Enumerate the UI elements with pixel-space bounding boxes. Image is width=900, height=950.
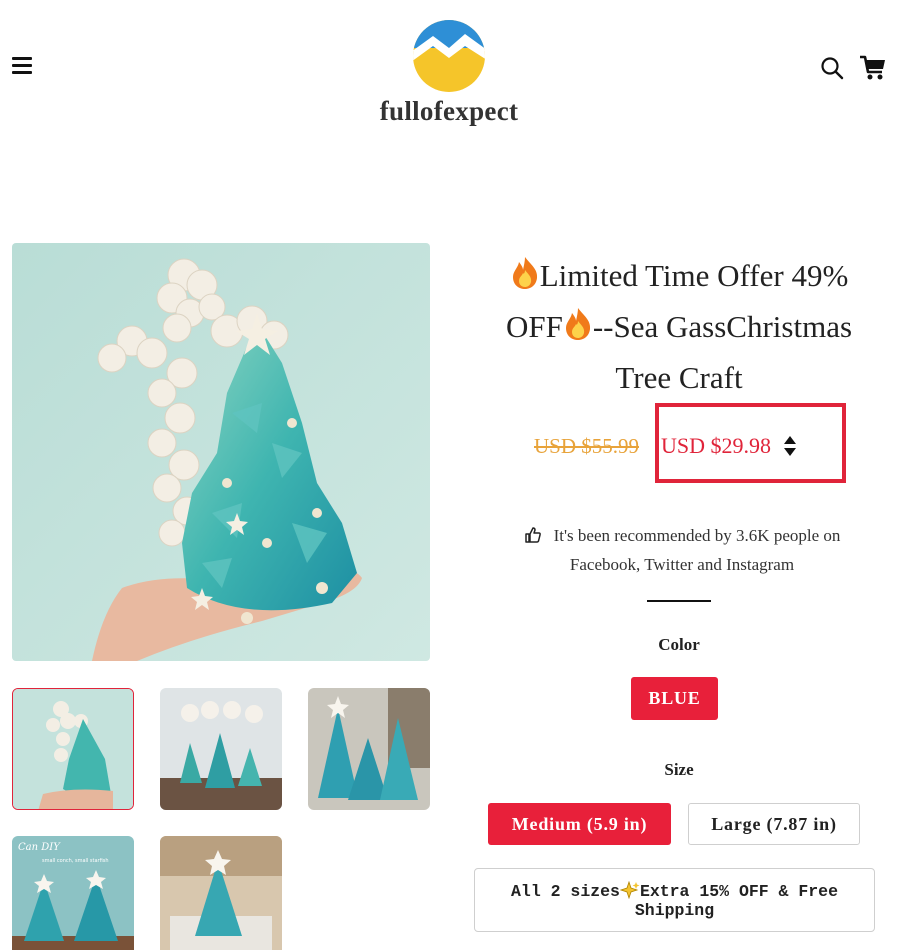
fire-icon: [565, 308, 590, 340]
color-option-blue[interactable]: BLUE: [631, 677, 718, 720]
original-price: USD $55.99: [534, 433, 640, 458]
title-line-2b: --Sea GassChristmas: [592, 309, 853, 344]
divider: [647, 600, 711, 602]
thumbs-up-icon: [524, 527, 541, 543]
color-label: Color: [658, 635, 700, 654]
bundle-text-b: Extra 15% OFF & Free: [639, 882, 838, 901]
fire-icon: [512, 257, 537, 289]
title-line-1: Limited Time Offer 49%: [539, 258, 849, 293]
thumbnail-caption-1: Can DIY: [18, 842, 61, 853]
main-product-image[interactable]: [12, 243, 430, 661]
thumbnail-2[interactable]: [160, 688, 282, 810]
thumbnail-5[interactable]: [160, 836, 282, 950]
title-line-2a: OFF: [505, 309, 563, 344]
brand-name: fullofexpect: [379, 96, 519, 126]
product-title: Limited Time Offer 49% OFF --Sea GassChr…: [472, 250, 886, 403]
social-proof-text: It's been recommended by 3.6K people on …: [486, 521, 878, 579]
price-highlight-box: [655, 403, 846, 483]
logo-mark: [413, 20, 485, 92]
bundle-text-a: All 2 sizes: [511, 882, 620, 901]
logo[interactable]: fullofexpect: [369, 18, 529, 128]
sparkles-icon: [619, 881, 640, 899]
bundle-offer-button[interactable]: All 2 sizes Extra 15% OFF & Free Shippin…: [474, 868, 875, 932]
recommend-line-2: Facebook, Twitter and Instagram: [569, 555, 795, 574]
bundle-text-line-2: Shipping: [634, 901, 715, 920]
thumbnail-1[interactable]: [12, 688, 134, 810]
size-option-large[interactable]: Large (7.87 in): [688, 803, 860, 845]
cart-icon[interactable]: [859, 55, 887, 81]
size-option-medium[interactable]: Medium (5.9 in): [488, 803, 671, 845]
title-line-3: Tree Craft: [615, 360, 743, 395]
size-label: Size: [664, 760, 694, 779]
hamburger-menu-icon[interactable]: [12, 57, 34, 75]
recommend-line-1: It's been recommended by 3.6K people on: [553, 526, 841, 545]
thumbnail-4[interactable]: Can DIY small conch, small starfish: [12, 836, 134, 950]
thumbnail-caption-2: small conch, small starfish: [42, 858, 109, 864]
thumbnail-3[interactable]: [308, 688, 430, 810]
search-icon[interactable]: [820, 56, 844, 80]
